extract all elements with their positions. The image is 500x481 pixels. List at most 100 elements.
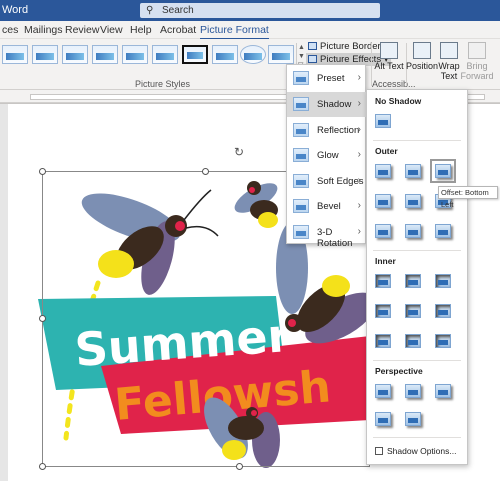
chevron-right-icon: ›: [357, 98, 361, 109]
picture-style-2[interactable]: [32, 45, 58, 64]
shadow-inner-option[interactable]: [435, 304, 451, 318]
picture-styles-group-label: Picture Styles: [135, 79, 191, 89]
shadow-inner-option[interactable]: [405, 334, 421, 348]
shadow-submenu: No Shadow Outer Inner Perspective Shadow…: [366, 89, 468, 465]
picture-border-icon: [308, 42, 317, 50]
shadow-perspective-option[interactable]: [375, 412, 391, 426]
shadow-outer-option[interactable]: [375, 164, 391, 178]
inner-heading: Inner: [375, 256, 396, 266]
shadow-perspective-option[interactable]: [435, 384, 451, 398]
soft-edges-icon: [293, 174, 309, 188]
3d-rotation-icon: [293, 225, 309, 239]
wrap-text-icon: [440, 42, 458, 59]
alt-text-label: Alt Text: [374, 61, 404, 71]
shadow-inner-option[interactable]: [375, 304, 391, 318]
rotate-handle-icon[interactable]: ↻: [234, 146, 246, 158]
alt-text-icon: [380, 42, 398, 59]
tab-picture-format[interactable]: Picture Format: [200, 24, 269, 40]
menu-separator: [373, 437, 461, 438]
menu-item-label: Soft Edges: [317, 176, 364, 187]
shadow-outer-option[interactable]: [405, 164, 421, 178]
shadow-outer-bottom-left-option[interactable]: [430, 159, 456, 183]
shadow-perspective-option[interactable]: [375, 384, 391, 398]
picture-style-5[interactable]: [122, 45, 148, 64]
shadow-inner-option[interactable]: [405, 274, 421, 288]
chevron-right-icon: ›: [357, 124, 361, 135]
menu-item-label: Shadow: [317, 99, 352, 110]
menu-item-glow[interactable]: Glow ›: [287, 143, 367, 168]
shadow-icon: [293, 97, 309, 111]
alt-text-button[interactable]: Alt Text: [372, 42, 406, 71]
resize-handle[interactable]: [39, 168, 46, 175]
picture-style-7[interactable]: [182, 45, 208, 64]
search-box[interactable]: ⚲ Search: [140, 3, 380, 18]
chevron-right-icon: ›: [357, 149, 361, 160]
shadow-inner-option[interactable]: [435, 334, 451, 348]
menu-item-bevel[interactable]: Bevel ›: [287, 194, 367, 219]
picture-style-4[interactable]: [92, 45, 118, 64]
chevron-right-icon: ›: [357, 226, 361, 237]
shadow-inner-option[interactable]: [435, 274, 451, 288]
shadow-inner-option[interactable]: [405, 304, 421, 318]
shadow-outer-option[interactable]: [375, 194, 391, 208]
menu-item-label: Bevel: [317, 201, 341, 212]
menu-item-label: Glow: [317, 150, 339, 161]
chevron-right-icon: ›: [357, 200, 361, 211]
menu-separator: [373, 360, 461, 361]
shadow-outer-option[interactable]: [405, 224, 421, 238]
shadow-perspective-option[interactable]: [405, 384, 421, 398]
tab-acrobat[interactable]: Acrobat: [160, 24, 196, 36]
resize-handle[interactable]: [236, 463, 243, 470]
menu-item-soft-edges[interactable]: Soft Edges ›: [287, 169, 367, 194]
bevel-icon: [293, 199, 309, 213]
menu-item-label: Preset: [317, 73, 345, 84]
resize-handle[interactable]: [202, 168, 209, 175]
picture-style-6[interactable]: [152, 45, 178, 64]
bring-forward-button[interactable]: Bring Forward: [460, 42, 494, 81]
reflection-icon: [293, 123, 309, 137]
picture-style-10[interactable]: [268, 45, 294, 64]
menu-item-label: Reflection: [317, 125, 360, 136]
shadow-inner-option[interactable]: [375, 274, 391, 288]
search-icon: ⚲: [146, 5, 154, 16]
shadow-options-label: Shadow Options...: [387, 446, 457, 456]
wrap-text-label: Wrap Text: [438, 61, 460, 81]
picture-style-3[interactable]: [62, 45, 88, 64]
menu-separator: [373, 140, 461, 141]
position-icon: [413, 42, 431, 59]
bring-forward-icon: [468, 42, 486, 59]
shadow-outer-option[interactable]: [375, 224, 391, 238]
tab-view[interactable]: View: [100, 24, 123, 36]
ribbon: ▲▼▽ Picture Border ▾ Picture Effects ▾ P…: [0, 39, 500, 90]
shadow-inner-option[interactable]: [375, 334, 391, 348]
title-bar: Word ⚲ Search: [0, 0, 500, 21]
tab-mailings[interactable]: Mailings: [24, 24, 63, 36]
menu-item-preset[interactable]: Preset ›: [287, 66, 367, 91]
tab-review[interactable]: Review: [65, 24, 99, 36]
picture-effects-menu: Preset › Shadow › Reflection › Glow › So…: [286, 64, 367, 249]
menu-item-3d-rotation[interactable]: 3-D Rotation ›: [287, 220, 367, 249]
picture-effects-icon: [308, 55, 317, 63]
resize-handle[interactable]: [39, 315, 46, 322]
bring-forward-label: Bring Forward: [460, 61, 494, 81]
picture-style-9[interactable]: [240, 45, 266, 64]
resize-handle[interactable]: [39, 463, 46, 470]
menu-separator: [373, 250, 461, 251]
shadow-outer-option[interactable]: [435, 224, 451, 238]
perspective-heading: Perspective: [375, 366, 423, 376]
picture-style-8[interactable]: [212, 45, 238, 64]
menu-item-shadow[interactable]: Shadow ›: [287, 92, 367, 117]
tab-help[interactable]: Help: [130, 24, 152, 36]
shadow-outer-option[interactable]: [405, 194, 421, 208]
shadow-options-button[interactable]: Shadow Options...: [375, 446, 456, 456]
shadow-perspective-option[interactable]: [405, 412, 421, 426]
tooltip: Offset: Bottom Left: [438, 186, 498, 209]
glow-icon: [293, 148, 309, 162]
tab-references[interactable]: ces: [2, 24, 18, 36]
menu-item-reflection[interactable]: Reflection ›: [287, 118, 367, 143]
shadow-none-option[interactable]: [375, 114, 391, 128]
preset-icon: [293, 71, 309, 85]
ribbon-tabs: ces Mailings Review View Help Acrobat Pi…: [0, 21, 500, 40]
picture-style-1[interactable]: [2, 45, 28, 64]
app-title: Word: [2, 4, 29, 16]
